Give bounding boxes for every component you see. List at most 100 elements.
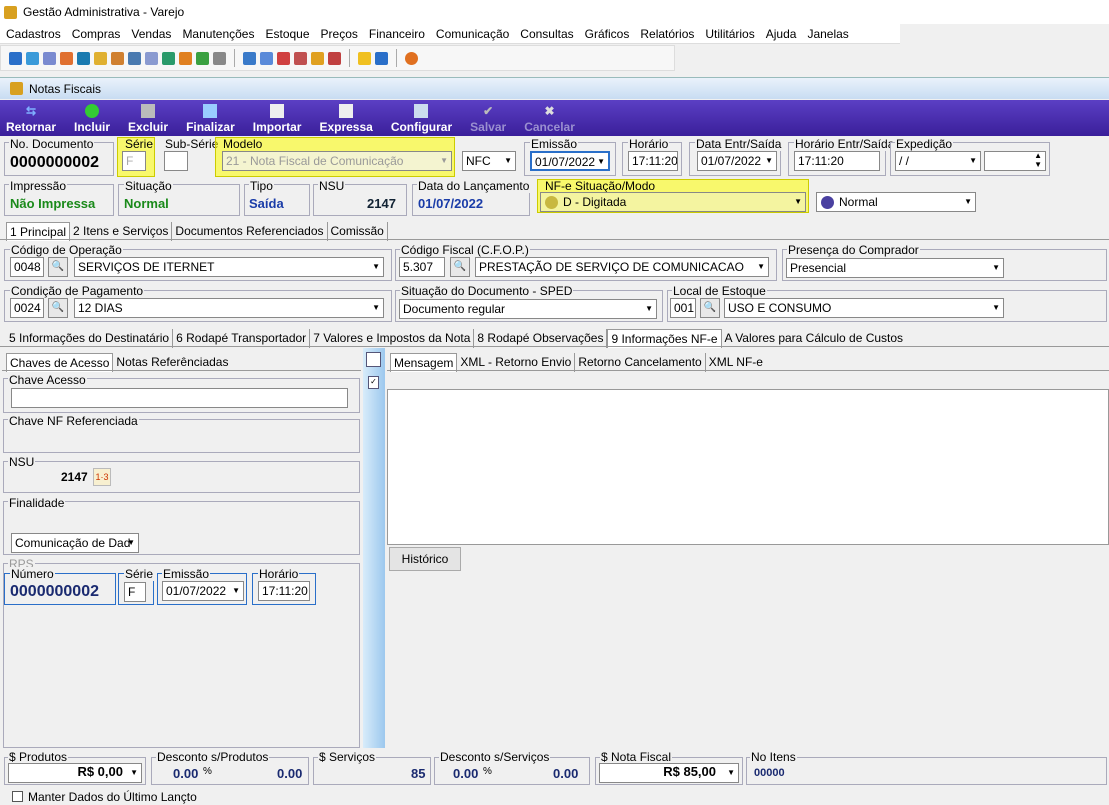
sit-doc-select[interactable]: Documento regular [399,299,657,319]
menu-comunicacao[interactable]: Comunicação [436,27,509,41]
spinner-icon[interactable]: ▲ ▼ [1034,152,1042,169]
expedicao-time-input[interactable]: ▲ ▼ [984,151,1046,171]
search-icon[interactable]: 🔍 [700,298,720,318]
menu-janelas[interactable]: Janelas [807,27,848,41]
finalidade-select[interactable]: Comunicação de Dad [11,533,139,553]
mensagem-textarea[interactable] [387,389,1109,545]
lock-icon[interactable] [311,51,324,65]
menu-cadastros[interactable]: Cadastros [6,27,61,41]
star-icon[interactable] [358,51,371,65]
calculator-icon[interactable] [260,51,273,65]
window-icon[interactable] [375,51,388,65]
nsu-label: NSU [318,179,346,193]
cancelar-button[interactable]: ✖ Cancelar [524,104,575,136]
produtos-value[interactable]: R$ 0,00 [8,763,142,783]
modelo-label: Modelo [223,137,263,151]
horario-entr-input[interactable]: 17:11:20 [794,151,880,171]
copy-icon[interactable] [366,352,381,367]
menu-ajuda[interactable]: Ajuda [766,27,797,41]
money-icon[interactable] [196,51,209,65]
itens-group [746,757,1107,785]
menu-estoque[interactable]: Estoque [265,27,309,41]
expedicao-date-input[interactable]: / / [895,151,981,171]
phone-icon[interactable] [77,51,90,65]
retornar-button[interactable]: ⇆ Retornar [6,104,56,136]
rps-emissao-label: Emissão [162,567,211,581]
rps-serie-input[interactable]: F [124,582,146,602]
menu-compras[interactable]: Compras [72,27,121,41]
save-icon[interactable] [9,51,22,65]
report-icon[interactable] [328,51,341,65]
bank-icon[interactable] [128,51,141,65]
modelo-type-select[interactable]: NFC [462,151,516,171]
local-input[interactable]: 001 [670,298,696,318]
menu-relatorios[interactable]: Relatórios [640,27,694,41]
desc-prod-pct: 0.00 [173,766,199,781]
person-icon[interactable] [111,51,124,65]
cart-icon[interactable] [162,51,175,65]
horario-input[interactable]: 17:11:20 [628,151,678,171]
search-icon[interactable]: 🔍 [48,298,68,318]
serie-label: Série [125,137,154,151]
panel-splitter[interactable]: ✓ [363,348,385,748]
tab-divider [0,239,1109,240]
menu-graficos[interactable]: Gráficos [585,27,630,41]
finalizar-button[interactable]: Finalizar [186,104,235,136]
menu-utilitarios[interactable]: Utilitários [705,27,754,41]
modo-select[interactable]: Normal [816,192,976,212]
emissao-label: Emissão [530,137,579,151]
emissao-date-input[interactable]: 01/07/2022 [530,151,610,171]
card-icon[interactable] [43,51,56,65]
cond-pag-select[interactable]: 12 DIAS [74,298,384,318]
data-entr-input[interactable]: 01/07/2022 [697,151,777,171]
calendar-icon[interactable] [243,51,256,65]
power-icon[interactable] [405,51,418,65]
excluir-button[interactable]: Excluir [128,104,168,136]
date-icon[interactable] [277,51,290,65]
menu-vendas[interactable]: Vendas [131,27,171,41]
configurar-button[interactable]: Configurar [391,104,452,136]
clipboard-icon[interactable]: ✓ [368,376,379,389]
numbers-icon[interactable]: 1·3 [93,468,111,486]
incluir-button[interactable]: Incluir [74,104,110,136]
historico-button[interactable]: Histórico [389,547,461,571]
toolbar-separator [234,49,235,67]
chave-input[interactable] [11,388,348,408]
menu-consultas[interactable]: Consultas [520,27,573,41]
cfop-label: Código Fiscal (C.F.O.P.) [400,243,530,257]
tools-icon[interactable] [294,51,307,65]
menu-financeiro[interactable]: Financeiro [369,27,425,41]
search-icon[interactable]: 🔍 [450,257,470,277]
id-card-icon[interactable] [145,51,158,65]
rps-serie-label: Série [124,567,155,581]
subserie-input[interactable] [164,151,188,171]
list-icon[interactable] [60,51,73,65]
cfop-input[interactable]: 5.307 [399,257,445,277]
expressa-button[interactable]: Expressa [319,104,373,136]
cfop-select[interactable]: PRESTAÇÃO DE SERVIÇO DE COMUNICACAO [475,257,769,277]
presenca-select[interactable]: Presencial [786,258,1004,278]
menu-manutencoes[interactable]: Manutenções [182,27,254,41]
rps-emissao-input[interactable]: 01/07/2022 [162,581,244,601]
menu-precos[interactable]: Preços [321,27,358,41]
notes-icon [10,82,23,95]
servicos-label: $ Serviços [318,750,377,764]
modelo-select[interactable]: 21 - Nota Fiscal de Comunicação [222,151,452,171]
nota-value[interactable]: R$ 85,00 [599,763,739,783]
local-select[interactable]: USO E CONSUMO [724,298,1004,318]
rps-horario-input[interactable]: 17:11:20 [258,581,310,601]
cod-op-input[interactable]: 0048 [10,257,44,277]
manter-checkbox[interactable] [12,791,23,802]
search-icon[interactable]: 🔍 [48,257,68,277]
box-icon[interactable] [179,51,192,65]
cancel-icon: ✖ [544,104,555,118]
folder-icon[interactable] [94,51,107,65]
users-icon[interactable] [26,51,39,65]
salvar-button[interactable]: ✔ Salvar [470,104,506,136]
nfe-situacao-select[interactable]: D - Digitada [540,192,806,212]
printer-icon[interactable] [213,51,226,65]
serie-input[interactable]: F [122,151,146,171]
cod-op-select[interactable]: SERVIÇOS DE ITERNET [74,257,384,277]
cond-pag-input[interactable]: 0024 [10,298,44,318]
importar-button[interactable]: Importar [253,104,301,136]
